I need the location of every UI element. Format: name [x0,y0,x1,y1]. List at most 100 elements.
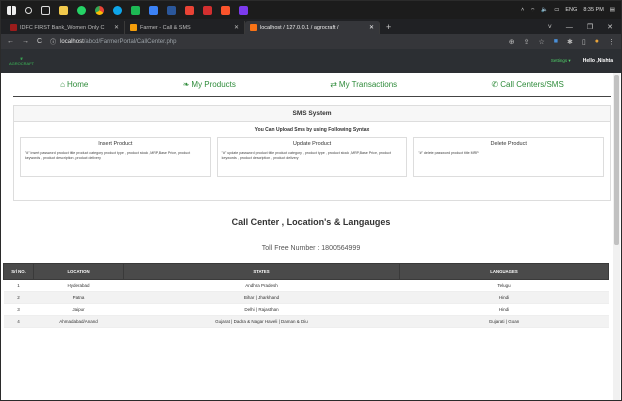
screen: ˄ ⌔ 🔈 ▭ ENG 8:35 PM ▤ IDFC FIRST Bank_Wo… [0,0,622,401]
windows-taskbar: ˄ ⌔ 🔈 ▭ ENG 8:35 PM ▤ [1,1,621,19]
file-explorer-icon[interactable] [59,5,68,15]
browser-actions: ⊕ ⇪ ☆ ■ ✱ ▯ ● ⋮ [509,38,615,46]
logo-text: AGROCRAFT [9,61,35,66]
tab-idfc[interactable]: IDFC FIRST Bank_Women Only C ✕ [5,21,125,34]
menu-kebab-icon[interactable]: ⋮ [608,38,615,46]
call-center-title: Call Center , Location's & Langauges [231,217,391,227]
cell-srl: 4 [3,315,34,328]
nav-home[interactable]: ⌂ Home [60,80,88,89]
col-location: LOCATION [33,263,124,280]
reload-icon[interactable]: C [37,38,42,45]
battery-icon[interactable]: ▭ [554,7,559,13]
nav-callcenters-label: Call Centers/SMS [500,80,564,89]
info-icon[interactable]: ⓘ [50,37,56,46]
cell-states: Bihar | Jharkhand [123,291,400,304]
cell-languages: Gujarati | Goan [399,315,609,328]
share-icon[interactable]: ⇪ [524,38,530,46]
tab-label: Farmer - Call & SMS [140,24,191,31]
nav-products-label: My Products [191,80,236,89]
forward-icon[interactable]: → [22,38,29,45]
col-states: STATES [123,263,400,280]
clock[interactable]: 8:35 PM [583,7,603,13]
brave-icon[interactable] [221,5,230,15]
vs-code-icon[interactable] [239,5,248,15]
cell-states: Andhra Pradesh [123,279,400,292]
red-app-icon[interactable] [203,5,212,15]
card-title: Update Product [292,141,332,147]
edge-icon[interactable] [113,5,122,15]
bookmark-star-icon[interactable]: ☆ [539,38,545,46]
cell-languages: Telugu [399,279,609,292]
table-header-row: Srl NO. LOCATION STATES LANGUAGES [3,263,609,280]
table-row: 3 Jaipur Delhi | Rajasthan Hindi [3,303,609,316]
chevron-up-icon[interactable]: ˄ [521,7,524,13]
wifi-icon[interactable]: ⌔ [530,7,535,14]
sidebar-icon[interactable]: ▯ [582,38,586,46]
close-tab-icon[interactable]: ✕ [234,24,239,31]
nav-my-products[interactable]: ❧ My Products [183,80,236,89]
tab-search-icon[interactable]: ˅ [548,21,552,34]
call-center-table: Srl NO. LOCATION STATES LANGUAGES 1 Hyde… [3,263,609,328]
zoom-icon[interactable]: ⊕ [509,38,515,46]
table-row: 4 Ahmadabad/Anand Gujarat | Dadra & Naga… [3,315,609,328]
system-tray: ˄ ⌔ 🔈 ▭ ENG 8:35 PM ▤ [521,7,615,14]
browser-tabstrip: IDFC FIRST Bank_Women Only C ✕ Farmer - … [1,19,621,34]
windows-start-icon[interactable] [7,5,16,15]
site-logo[interactable]: ❦ AGROCRAFT [9,56,34,66]
tab-favicon-icon [130,24,137,31]
leaf-icon: ❧ [182,80,190,89]
minimize-icon[interactable]: — [566,21,573,34]
word-icon[interactable] [167,5,176,15]
cell-srl: 1 [3,279,34,292]
close-tab-icon[interactable]: ✕ [114,24,119,31]
card-syntax: "#" delete password product title MRP [418,151,479,155]
gmail-icon[interactable] [185,5,194,15]
page-scrollbar[interactable] [613,73,620,400]
settings-dropdown[interactable]: Settings ▾ [551,58,571,64]
cell-languages: Hindi [399,291,609,304]
url-host: localhost [60,38,84,45]
card-title: Delete Product [490,141,527,147]
notifications-icon[interactable]: ▤ [610,7,615,13]
profile-avatar[interactable]: ● [595,38,599,46]
table-row: 2 Patna Bihar | Jharkhand Hindi [3,291,609,304]
cell-location: Ahmadabad/Anand [33,315,124,328]
close-window-icon[interactable]: ✕ [607,21,613,34]
cell-languages: Hindi [399,303,609,316]
window-controls: ˅ — ❐ ✕ [548,21,621,34]
search-icon[interactable] [25,6,32,14]
delete-product-card: Delete Product "#" delete password produ… [413,137,605,177]
update-product-card: Update Product "#" update password produ… [216,137,408,177]
tab-farmer[interactable]: Farmer - Call & SMS ✕ [125,21,245,34]
scrollbar-thumb[interactable] [614,75,619,245]
nav-call-centers[interactable]: ✆ Call Centers/SMS [492,80,564,89]
user-greeting: Hello ,Nishta [582,58,613,64]
nav-my-transactions[interactable]: ⇄ My Transactions [330,80,397,89]
tab-label: localhost / 127.0.0.1 / agrocraft / [260,24,339,31]
cell-location: Patna [33,291,124,304]
whatsapp-icon[interactable] [77,5,86,15]
task-view-icon[interactable] [41,5,50,15]
mail-icon[interactable] [149,5,158,15]
extension-icon[interactable]: ■ [554,38,558,46]
back-icon[interactable]: ← [7,38,14,45]
nav-transactions-label: My Transactions [338,80,398,89]
url-field[interactable]: ⓘ localhost/abcd/FarmerPortal/CallCenter… [50,37,177,47]
sms-title: SMS System [14,106,610,122]
card-syntax: "#" insert password product title produc… [25,151,191,160]
tab-localhost[interactable]: localhost / 127.0.0.1 / agrocraft / ✕ [245,21,380,34]
chrome-icon[interactable] [95,5,104,15]
url-path: /abcd/FarmerPortal/CallCenter.php [83,38,177,45]
new-tab-icon[interactable]: + [380,21,397,34]
close-tab-icon[interactable]: ✕ [369,24,374,31]
volume-icon[interactable]: 🔈 [541,7,548,13]
card-title: Insert Product [98,141,133,147]
language-indicator[interactable]: ENG [565,7,577,13]
extensions-puzzle-icon[interactable]: ✱ [567,38,573,46]
address-bar-row: ← → C ⓘ localhost/abcd/FarmerPortal/Call… [1,34,621,49]
sms-syntax-cards: Insert Product "#" insert password produ… [14,137,610,177]
sms-subtitle: You Can Upload Sms by using Following Sy… [254,127,370,133]
tab-favicon-icon [10,24,17,31]
maximize-icon[interactable]: ❐ [587,21,593,34]
media-icon[interactable] [131,5,140,15]
